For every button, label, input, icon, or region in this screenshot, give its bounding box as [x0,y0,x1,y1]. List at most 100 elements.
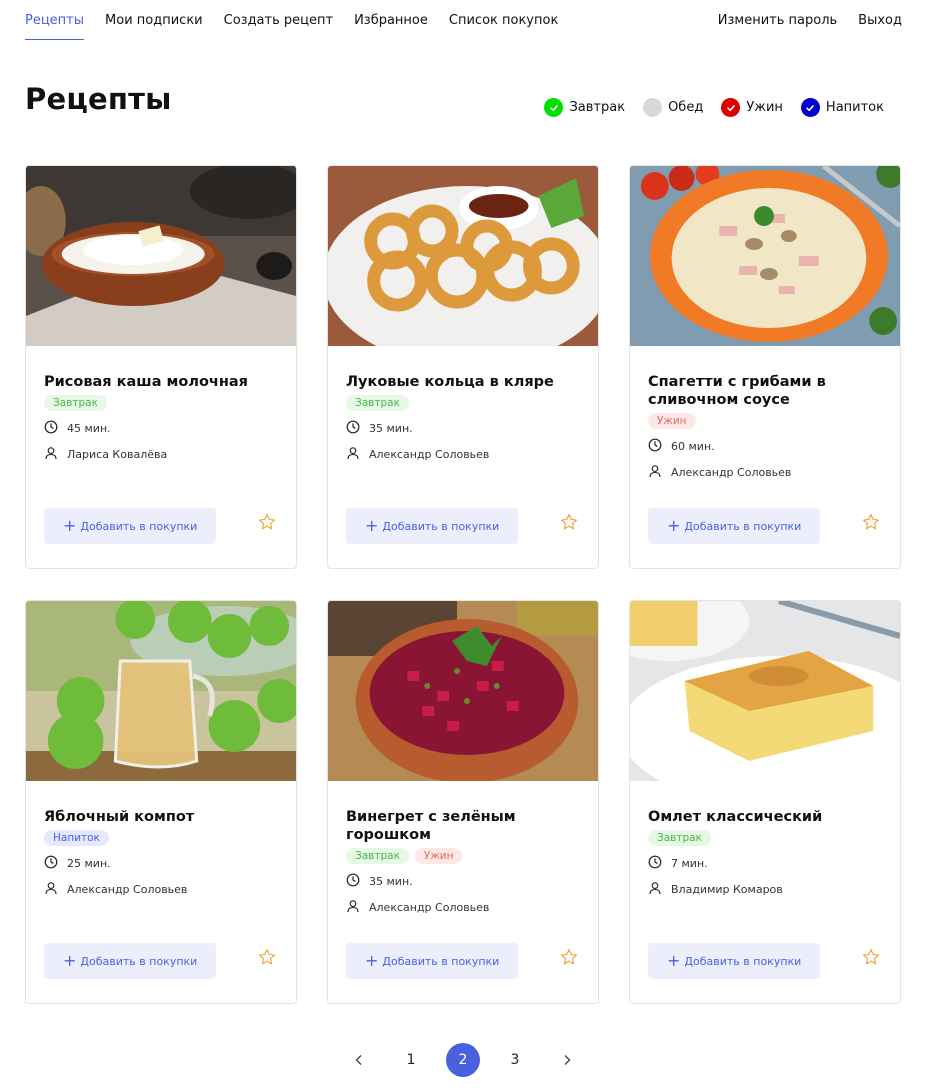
recipe-card-body: Рисовая каша молочная Завтрак 45 мин. Ларис… [26,346,296,462]
recipe-author: Александр Соловьев [346,446,580,462]
filter-2[interactable]: Ужин [721,98,783,117]
checkmark-icon[interactable] [544,98,564,117]
recipe-card-body: Омлет классический Завтрак 7 мин. Владимир … [630,781,900,897]
tag-badge: Завтрак [346,848,409,864]
vinegret-photo[interactable] [328,601,598,781]
recipe-title[interactable]: Спагетти с грибами в сливочном соусе [648,373,882,409]
plus-icon: + [63,951,77,970]
star-icon[interactable] [258,948,276,966]
recipe-card-footer: + Добавить в покупки [44,508,278,544]
nav-link-create-recipe[interactable]: Создать рецепт [224,12,333,40]
recipe-author-name[interactable]: Александр Соловьев [67,883,187,896]
tag-badge: Завтрак [44,395,107,411]
recipe-tags: Завтрак Ужин [346,848,580,864]
recipe-time: 7 мин. [648,855,882,871]
star-icon[interactable] [862,948,880,966]
user-icon [44,446,58,463]
plus-icon: + [365,516,379,535]
add-to-shopping-label: Добавить в покупки [684,519,802,533]
recipe-card-body: Спагетти с грибами в сливочном соусе Ужин… [630,346,900,480]
recipe-time-value: 60 мин. [671,439,715,453]
page-number[interactable]: 2 [446,1043,480,1077]
recipe-card[interactable]: Омлет классический Завтрак 7 мин. Владимир … [629,600,901,1004]
recipe-tags: Завтрак [44,395,278,411]
recipe-title[interactable]: Яблочный компот [44,808,278,826]
recipe-card[interactable]: Рисовая каша молочная Завтрак 45 мин. Ларис… [25,165,297,569]
unchecked-circle-icon[interactable] [643,98,663,117]
recipe-author-name[interactable]: Владимир Комаров [671,883,783,896]
clock-icon [346,873,360,890]
filter-label: Напиток [825,100,884,115]
recipe-tags: Завтрак [648,830,882,846]
filter-1[interactable]: Обед [643,98,703,117]
tag-badge: Завтрак [648,830,711,846]
user-icon [346,446,360,463]
recipe-card[interactable]: Луковые кольца в кляре Завтрак 35 мин. Алек… [327,165,599,569]
page-number[interactable]: 3 [498,1043,532,1077]
user-icon [648,464,662,481]
user-icon [346,899,360,916]
add-to-shopping-button[interactable]: + Добавить в покупки [648,943,821,979]
recipe-time: 45 мин. [44,420,278,436]
page-number[interactable]: 1 [394,1043,428,1077]
recipe-author-name[interactable]: Александр Соловьев [671,466,791,479]
recipe-card[interactable]: Винегрет с зелёным горошком Завтрак Ужин 35… [327,600,599,1004]
nav-link-recipes[interactable]: Рецепты [25,12,85,40]
nav-link-shopping-list[interactable]: Список покупок [449,12,558,40]
nav-link-logout[interactable]: Выход [858,12,902,40]
filter-label: Завтрак [569,100,626,115]
recipe-author-name[interactable]: Лариса Ковалёва [67,448,167,461]
add-to-shopping-label: Добавить в покупки [382,519,500,533]
checkmark-icon[interactable] [800,98,820,117]
plus-icon: + [667,951,681,970]
clock-icon [44,855,58,872]
recipe-time-value: 35 мин. [369,874,413,888]
recipe-title[interactable]: Рисовая каша молочная [44,373,278,391]
nav-left: Рецепты Мои подписки Создать рецепт Избр… [25,12,558,40]
add-to-shopping-button[interactable]: + Добавить в покупки [44,943,217,979]
recipe-time: 35 мин. [346,420,580,436]
recipe-author-name[interactable]: Александр Соловьев [369,901,489,914]
apple-compote-photo[interactable] [26,601,296,781]
add-to-shopping-button[interactable]: + Добавить в покупки [346,943,519,979]
recipe-card[interactable]: Яблочный компот Напиток 25 мин. Александр С… [25,600,297,1004]
recipe-card[interactable]: Спагетти с грибами в сливочном соусе Ужин… [629,165,901,569]
nav-link-subscriptions[interactable]: Мои подписки [105,12,203,40]
add-to-shopping-label: Добавить в покупки [80,519,198,533]
add-to-shopping-button[interactable]: + Добавить в покупки [648,508,821,544]
nav-link-change-password[interactable]: Изменить пароль [718,12,837,40]
recipe-card-body: Луковые кольца в кляре Завтрак 35 мин. Алек… [328,346,598,462]
recipe-tags: Завтрак [346,395,580,411]
chevron-right-icon[interactable] [550,1043,584,1077]
filter-0[interactable]: Завтрак [544,98,625,117]
recipe-title[interactable]: Винегрет с зелёным горошком [346,808,580,844]
plus-icon: + [667,516,681,535]
star-icon[interactable] [258,513,276,531]
recipe-title[interactable]: Луковые кольца в кляре [346,373,580,391]
onion-rings-photo[interactable] [328,166,598,346]
nav-link-favorites[interactable]: Избранное [354,12,428,40]
star-icon[interactable] [560,948,578,966]
checkmark-icon[interactable] [721,98,741,117]
recipe-author: Владимир Комаров [648,881,882,897]
filter-3[interactable]: Напиток [800,98,884,117]
star-icon[interactable] [560,513,578,531]
recipe-card-footer: + Добавить в покупки [44,943,278,979]
spaghetti-photo[interactable] [630,166,900,346]
plus-icon: + [365,951,379,970]
recipe-card-body: Винегрет с зелёным горошком Завтрак Ужин 35… [328,781,598,915]
recipe-tags: Ужин [648,413,882,429]
recipe-card-body: Яблочный компот Напиток 25 мин. Александр С… [26,781,296,897]
recipe-author-name[interactable]: Александр Соловьев [369,448,489,461]
rice-porridge-photo[interactable] [26,166,296,346]
star-icon[interactable] [862,513,880,531]
chevron-left-icon[interactable] [342,1043,376,1077]
recipe-card-footer: + Добавить в покупки [346,508,580,544]
recipe-card-footer: + Добавить в покупки [648,508,882,544]
plus-icon: + [63,516,77,535]
add-to-shopping-button[interactable]: + Добавить в покупки [44,508,217,544]
tag-filters: Завтрак Обед Ужин Напиток [544,98,884,117]
add-to-shopping-button[interactable]: + Добавить в покупки [346,508,519,544]
omelet-photo[interactable] [630,601,900,781]
recipe-title[interactable]: Омлет классический [648,808,882,826]
